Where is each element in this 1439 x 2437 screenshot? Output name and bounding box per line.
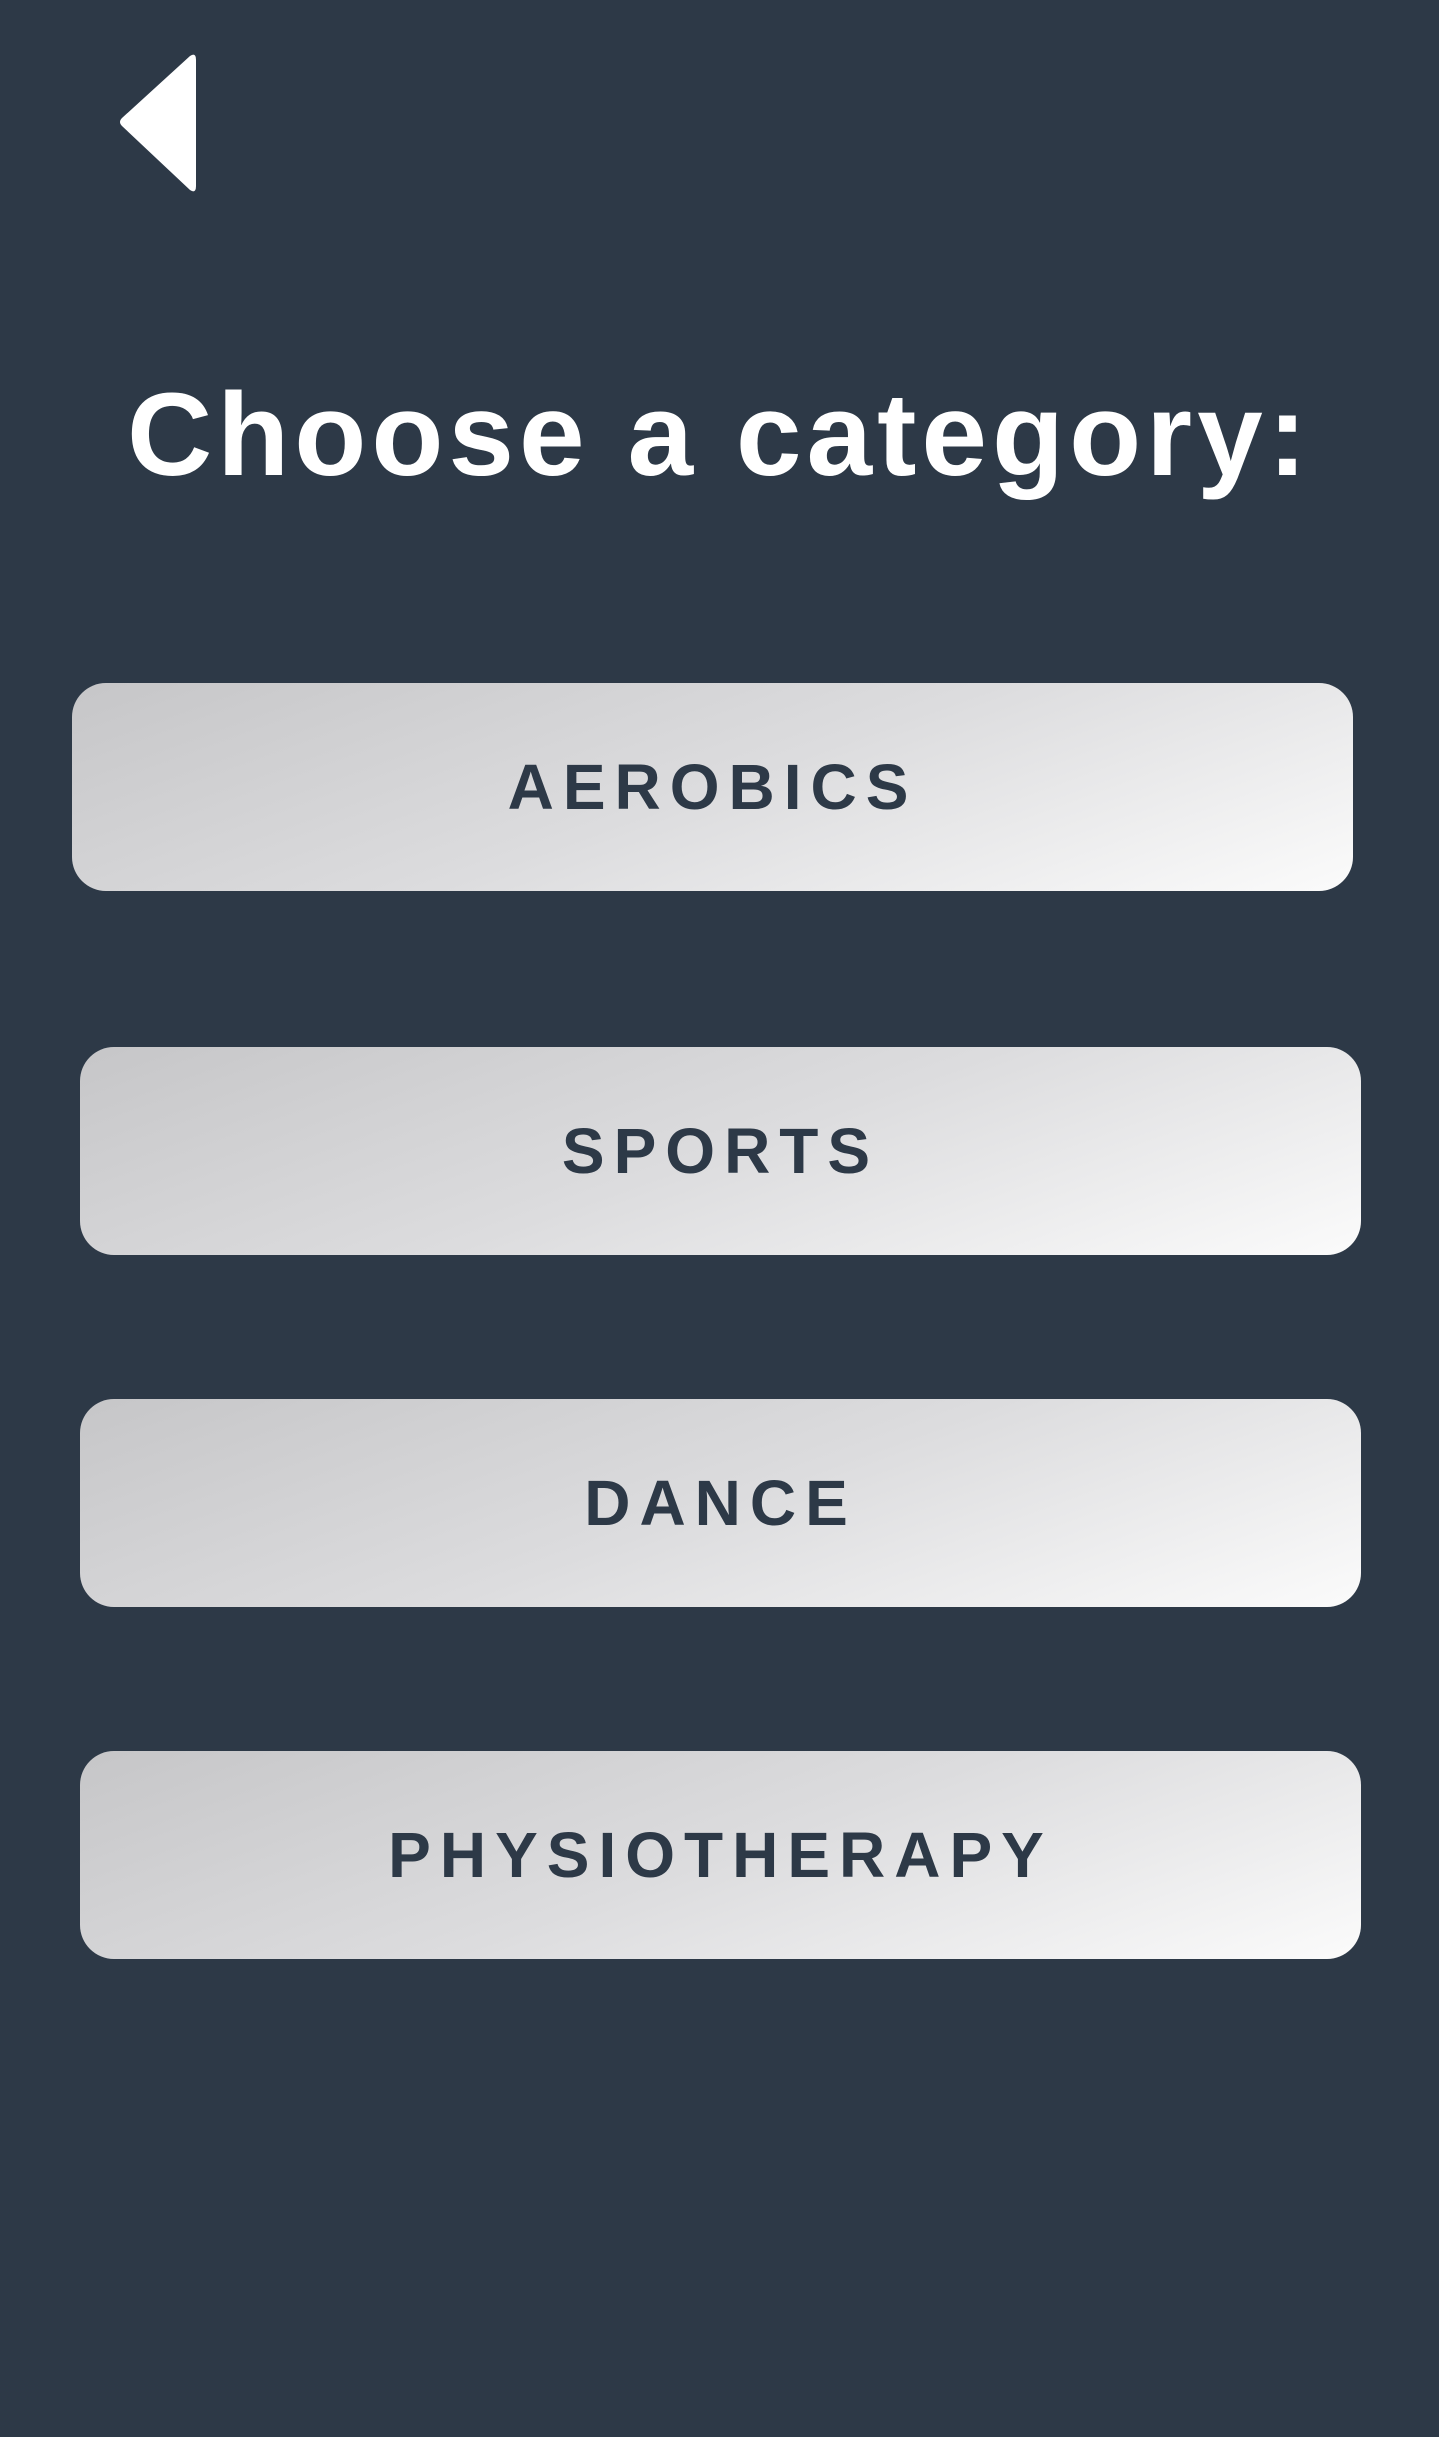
category-label: SPORTS <box>561 1115 880 1187</box>
category-label: PHYSIOTHERAPY <box>388 1819 1053 1891</box>
category-label: DANCE <box>584 1467 857 1539</box>
back-button[interactable] <box>112 48 202 198</box>
category-button-aerobics[interactable]: AEROBICS <box>72 683 1353 891</box>
page-title: Choose a category: <box>126 369 1313 501</box>
category-button-physiotherapy[interactable]: PHYSIOTHERAPY <box>80 1751 1361 1959</box>
back-triangle-icon <box>120 54 196 192</box>
category-button-dance[interactable]: DANCE <box>80 1399 1361 1607</box>
category-label: AEROBICS <box>507 751 918 823</box>
category-button-sports[interactable]: SPORTS <box>80 1047 1361 1255</box>
